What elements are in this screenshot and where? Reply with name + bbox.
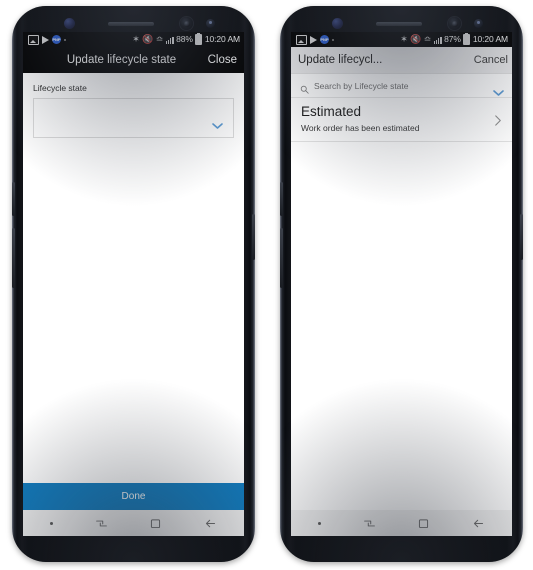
app-badge-icon: PNP	[52, 35, 61, 44]
dot-icon	[332, 38, 334, 41]
front-camera-icon	[180, 17, 193, 30]
lifecycle-state-combobox[interactable]	[33, 98, 234, 138]
phone-device-right: PNP ✶ 🔇 ≏ 87% 10:20 AM Update lifecycl..…	[280, 6, 523, 562]
power-button-right[interactable]	[520, 214, 523, 260]
gallery-icon	[296, 34, 307, 45]
app-bar-left: Update lifecycle state Close	[23, 47, 244, 73]
bixby-button-left[interactable]	[12, 182, 15, 216]
screenshot-stage: PNP ✶ 🔇 ≏ 88% 10:20 AM Update lifecycle …	[0, 0, 533, 570]
gallery-icon	[28, 34, 39, 45]
dot-icon	[64, 38, 66, 41]
iris-scanner-icon	[64, 18, 75, 29]
battery-icon	[463, 33, 471, 45]
battery-percent-label: 87%	[444, 34, 461, 45]
wifi-icon: ≏	[423, 34, 432, 44]
back-icon[interactable]	[204, 517, 217, 530]
bluetooth-icon: ✶	[132, 34, 140, 44]
clock-label: 10:20 AM	[204, 34, 240, 45]
nav-dot-icon	[49, 521, 53, 525]
status-bar-left: PNP ✶ 🔇 ≏ 88% 10:20 AM	[23, 32, 244, 47]
proximity-sensor-icon	[474, 19, 483, 28]
done-button[interactable]: Done	[23, 483, 244, 510]
signal-bars-icon	[165, 36, 174, 44]
search-input[interactable]: Search by Lifecycle state	[314, 81, 488, 91]
iris-scanner-icon	[332, 18, 343, 29]
battery-icon	[195, 33, 203, 45]
system-nav-bar-left	[23, 510, 244, 536]
lifecycle-state-label: Lifecycle state	[33, 83, 87, 93]
recents-icon[interactable]	[95, 517, 108, 530]
signal-bars-icon	[433, 36, 442, 44]
list-item-subtitle: Work order has been estimated	[301, 122, 420, 133]
phone-device-left: PNP ✶ 🔇 ≏ 88% 10:20 AM Update lifecycle …	[12, 6, 255, 562]
search-bar[interactable]: Search by Lifecycle state	[291, 74, 512, 98]
volume-button-left[interactable]	[12, 228, 15, 288]
device-top-hardware-left	[12, 6, 255, 34]
list-item[interactable]: Estimated Work order has been estimated	[291, 98, 512, 142]
search-icon	[300, 81, 309, 94]
chevron-right-icon	[494, 113, 502, 126]
close-button[interactable]: Close	[208, 54, 237, 66]
page-title-right: Update lifecycl...	[298, 54, 383, 66]
device-top-hardware-right	[280, 6, 523, 34]
bluetooth-icon: ✶	[400, 34, 408, 44]
mute-icon: 🔇	[142, 34, 154, 44]
proximity-sensor-icon	[206, 19, 215, 28]
wifi-icon: ≏	[155, 34, 164, 44]
status-bar-right: PNP ✶ 🔇 ≏ 87% 10:20 AM	[291, 32, 512, 47]
power-button-left[interactable]	[252, 214, 255, 260]
play-store-icon	[310, 35, 317, 44]
content-blank-area-right	[291, 141, 512, 510]
chevron-down-icon[interactable]	[493, 83, 504, 96]
mute-icon: 🔇	[410, 34, 422, 44]
back-icon[interactable]	[472, 517, 485, 530]
earpiece-speaker	[376, 22, 422, 26]
earpiece-speaker	[108, 22, 154, 26]
chevron-down-icon	[212, 123, 223, 129]
bixby-button-right[interactable]	[280, 182, 283, 216]
nav-dot-icon	[317, 521, 321, 525]
list-item-title: Estimated	[301, 104, 362, 119]
clock-label: 10:20 AM	[472, 34, 508, 45]
content-blank-area-left	[23, 138, 244, 483]
front-camera-icon	[448, 17, 461, 30]
phone-screen-right: PNP ✶ 🔇 ≏ 87% 10:20 AM Update lifecycl..…	[291, 32, 512, 536]
recents-icon[interactable]	[363, 517, 376, 530]
volume-button-right[interactable]	[280, 228, 283, 288]
system-nav-bar-right	[291, 510, 512, 536]
home-icon[interactable]	[417, 517, 430, 530]
play-store-icon	[42, 35, 49, 44]
phone-screen-left: PNP ✶ 🔇 ≏ 88% 10:20 AM Update lifecycle …	[23, 32, 244, 536]
battery-percent-label: 88%	[176, 34, 193, 45]
form-area-left: Lifecycle state	[23, 73, 244, 138]
app-badge-icon: PNP	[320, 35, 329, 44]
home-icon[interactable]	[149, 517, 162, 530]
cancel-button[interactable]: Cancel	[474, 54, 509, 66]
app-bar-right: Update lifecycl... Cancel	[291, 47, 512, 74]
